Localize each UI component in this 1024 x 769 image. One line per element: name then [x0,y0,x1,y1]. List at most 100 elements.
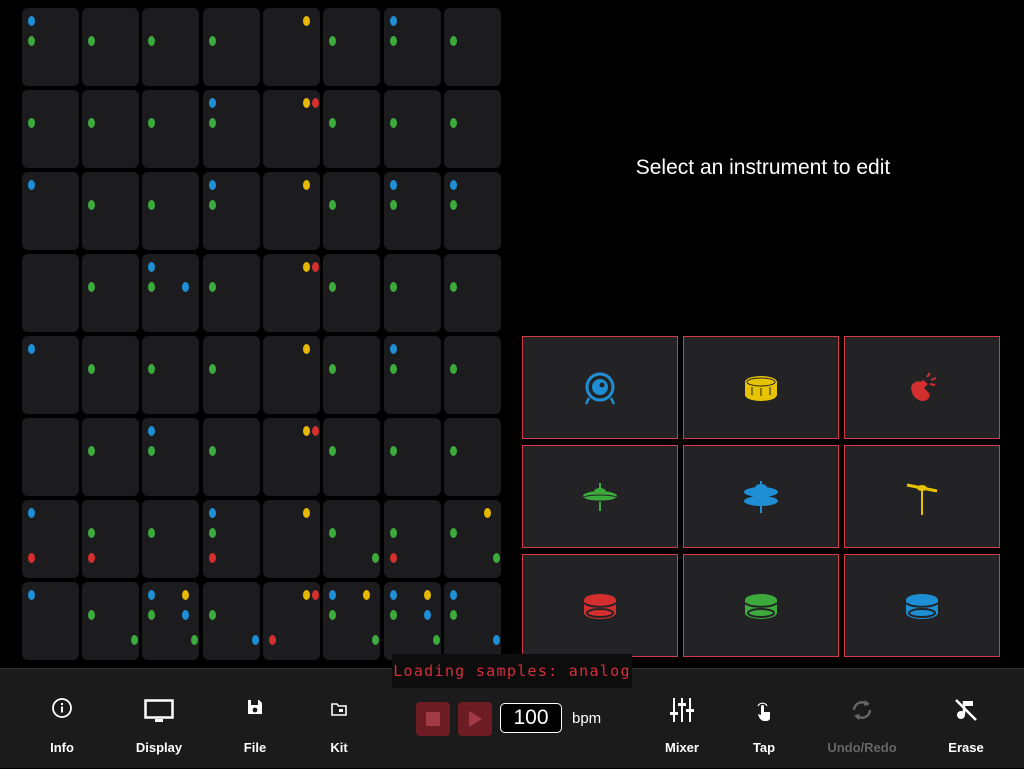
pattern-cell[interactable] [142,90,199,168]
instrument-pad-tom-mid[interactable] [683,554,839,657]
info-button[interactable]: Info [17,669,107,769]
note-dot-hihat-closed [27,118,35,129]
pattern-cell[interactable] [142,336,199,414]
pattern-cell[interactable] [203,90,260,168]
pattern-cell[interactable] [203,172,260,250]
pattern-cell[interactable] [203,8,260,86]
pattern-cell[interactable] [384,500,441,578]
pattern-cell[interactable] [82,172,139,250]
note-dot-kick [208,553,216,564]
pattern-cell[interactable] [142,500,199,578]
pattern-cell[interactable] [203,418,260,496]
note-dot-cymbal-crash [302,15,310,26]
pattern-cell[interactable] [263,418,320,496]
instrument-pad-clap[interactable] [844,336,1000,439]
pattern-cell[interactable] [263,254,320,332]
pattern-cell[interactable] [142,254,199,332]
tap-label: Tap [752,740,776,755]
pattern-cell[interactable] [263,500,320,578]
pattern-cell[interactable] [444,172,501,250]
note-dot-hihat-closed [449,610,457,621]
note-dot-hihat-closed [147,282,155,293]
instrument-pad-snare[interactable] [683,336,839,439]
pattern-cell[interactable] [203,254,260,332]
pattern-cell[interactable] [323,8,380,86]
erase-label: Erase [948,740,984,755]
file-label: File [243,740,267,755]
instrument-pad-cymbal-crash[interactable] [844,445,1000,548]
pattern-cell[interactable] [323,254,380,332]
instrument-pad-tom-high[interactable] [522,554,678,657]
tempo-input[interactable] [500,703,562,733]
erase-button[interactable]: Erase [921,669,1011,769]
pattern-cell[interactable] [384,90,441,168]
pattern-cell[interactable] [444,418,501,496]
pattern-cell[interactable] [384,418,441,496]
pattern-cell[interactable] [263,8,320,86]
pattern-cell[interactable] [142,172,199,250]
stop-button[interactable] [416,702,450,736]
note-dot-hihat-closed [208,118,216,129]
pattern-cell[interactable] [444,336,501,414]
pattern-cell[interactable] [323,582,380,660]
pattern-cell[interactable] [263,336,320,414]
pattern-cell[interactable] [82,582,139,660]
file-button[interactable]: File [210,669,300,769]
note-dot-hihat-closed [389,364,397,375]
pattern-cell[interactable] [22,254,79,332]
note-dot-kick [87,553,95,564]
pattern-cell[interactable] [384,336,441,414]
pattern-cell[interactable] [82,8,139,86]
pattern-cell[interactable] [142,418,199,496]
pattern-cell[interactable] [142,8,199,86]
note-dot-hihat-closed [147,446,155,457]
pattern-cell[interactable] [22,8,79,86]
pattern-cell[interactable] [444,8,501,86]
pattern-cell[interactable] [82,336,139,414]
pattern-cell[interactable] [323,500,380,578]
pattern-cell[interactable] [323,336,380,414]
pattern-cell[interactable] [82,418,139,496]
pattern-cell[interactable] [323,172,380,250]
pattern-cell[interactable] [263,172,320,250]
pattern-cell[interactable] [82,500,139,578]
pattern-cell[interactable] [263,582,320,660]
pattern-cell[interactable] [444,500,501,578]
pattern-cell[interactable] [384,582,441,660]
pattern-cell[interactable] [22,336,79,414]
pattern-cell[interactable] [203,500,260,578]
tap-button[interactable]: Tap [719,669,809,769]
pattern-cell[interactable] [142,582,199,660]
pattern-cell[interactable] [384,254,441,332]
pattern-cell[interactable] [22,90,79,168]
pattern-cell[interactable] [263,90,320,168]
kit-button[interactable]: Kit [294,669,384,769]
note-dot-hihat-closed [147,36,155,47]
play-button[interactable] [458,702,492,736]
pattern-cell[interactable] [323,418,380,496]
instrument-pad-tom-low[interactable] [844,554,1000,657]
pattern-cell[interactable] [203,336,260,414]
pattern-cell[interactable] [444,90,501,168]
note-dot-tom-mid [372,553,380,564]
pattern-cell[interactable] [384,8,441,86]
display-button[interactable]: Display [114,669,204,769]
instrument-pad-hihat-open[interactable] [683,445,839,548]
pattern-cell[interactable] [323,90,380,168]
pattern-cell[interactable] [82,90,139,168]
pattern-cell[interactable] [203,582,260,660]
mixer-button[interactable]: Mixer [637,669,727,769]
instrument-pad-kick[interactable] [522,336,678,439]
pattern-cell[interactable] [82,254,139,332]
pattern-cell[interactable] [22,582,79,660]
open-hihat-icon [744,480,778,513]
pattern-cell[interactable] [444,582,501,660]
pattern-cell[interactable] [444,254,501,332]
pattern-cell[interactable] [22,418,79,496]
pattern-cell[interactable] [384,172,441,250]
instrument-pad-hihat-closed[interactable] [522,445,678,548]
note-dot-cymbal-crash [302,261,310,272]
undo-redo-button[interactable]: Undo/Redo [817,669,907,769]
pattern-cell[interactable] [22,172,79,250]
pattern-cell[interactable] [22,500,79,578]
